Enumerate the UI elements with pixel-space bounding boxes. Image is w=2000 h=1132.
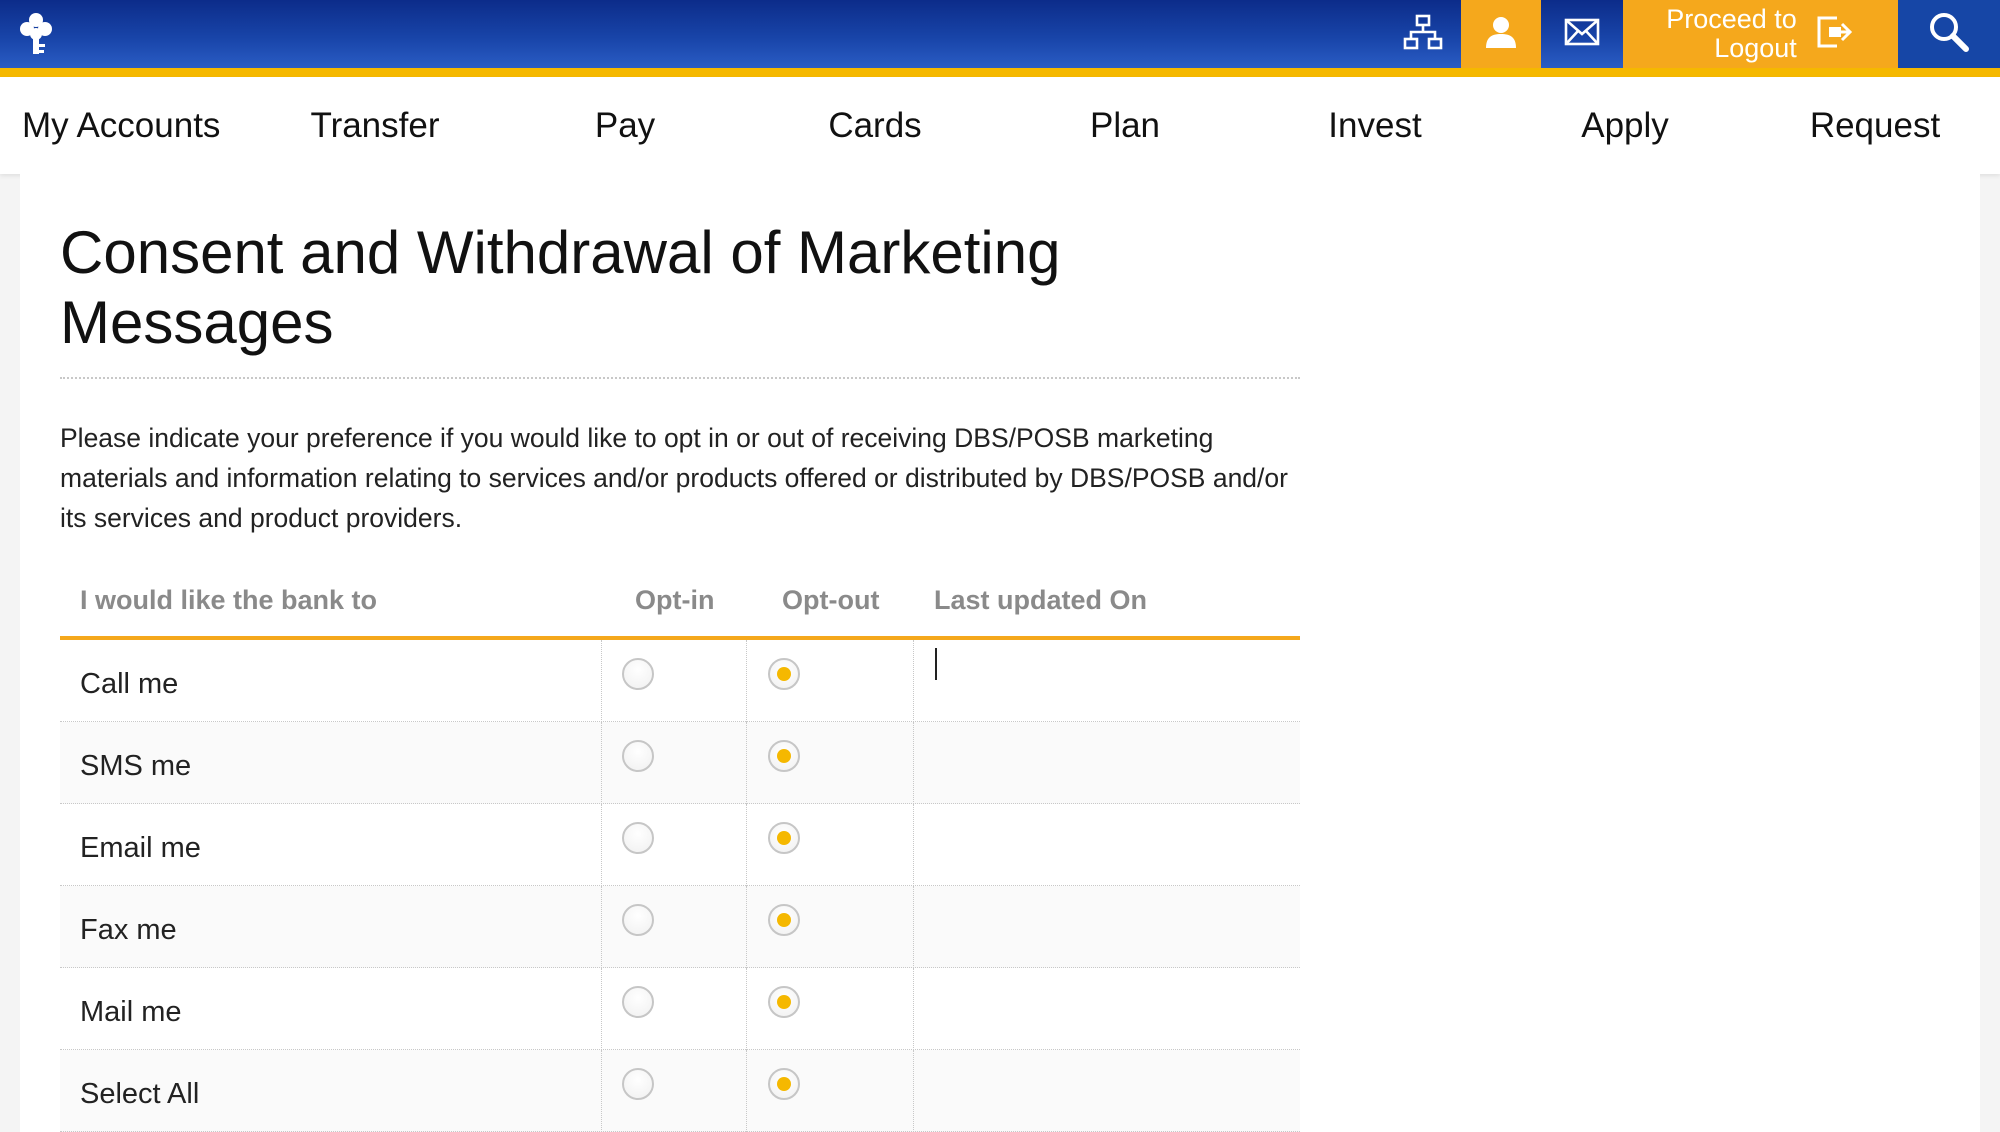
column-header-opt-out: Opt-out xyxy=(782,585,880,615)
column-header-last-updated: Last updated On xyxy=(934,585,1148,615)
opt-in-radio-email-me[interactable] xyxy=(622,822,654,854)
opt-out-radio-mail-me[interactable] xyxy=(768,986,800,1018)
column-divider xyxy=(746,886,747,968)
nav-item-pay[interactable]: Pay xyxy=(520,77,730,174)
column-header-action: I would like the bank to xyxy=(80,585,378,615)
last-updated-email-me xyxy=(935,804,1295,886)
row-label-call-me: Call me xyxy=(80,668,179,700)
opt-in-radio-call-me[interactable] xyxy=(622,658,654,690)
sitemap-button[interactable] xyxy=(1385,0,1460,68)
table-body: Call me SMS me Email me Fax me Mail me Select… xyxy=(60,640,1300,1132)
nav-item-transfer[interactable]: Transfer xyxy=(270,77,480,174)
nav-item-plan[interactable]: Plan xyxy=(1020,77,1230,174)
nav-item-invest[interactable]: Invest xyxy=(1270,77,1480,174)
last-updated-select-all xyxy=(935,1050,1295,1132)
last-updated-sms-me xyxy=(935,722,1295,804)
column-divider xyxy=(746,804,747,886)
column-divider xyxy=(746,640,747,722)
title-divider xyxy=(60,377,1300,379)
table-header: I would like the bank to Opt-in Opt-out … xyxy=(60,572,1300,640)
top-bar: Proceed to Logout xyxy=(0,0,2000,68)
dbs-logo-icon[interactable] xyxy=(18,10,54,58)
table-row: Call me xyxy=(60,640,1300,722)
text-cursor xyxy=(935,648,937,680)
column-divider xyxy=(913,1050,914,1132)
opt-in-radio-select-all[interactable] xyxy=(622,1068,654,1100)
consent-table: I would like the bank to Opt-in Opt-out … xyxy=(60,572,1300,1132)
sitemap-icon xyxy=(1403,14,1443,54)
page-title: Consent and Withdrawal of Marketing Mess… xyxy=(60,219,1061,356)
last-updated-call-me xyxy=(935,640,1295,722)
column-divider xyxy=(601,886,602,968)
logout-label-line1: Proceed to xyxy=(1666,4,1797,34)
profile-icon xyxy=(1483,14,1519,54)
column-divider xyxy=(601,722,602,804)
opt-out-radio-email-me[interactable] xyxy=(768,822,800,854)
column-divider xyxy=(913,722,914,804)
column-divider xyxy=(746,1050,747,1132)
column-divider xyxy=(746,722,747,804)
opt-in-radio-sms-me[interactable] xyxy=(622,740,654,772)
nav-item-my-accounts[interactable]: My Accounts xyxy=(22,77,232,174)
logout-button[interactable]: Proceed to Logout xyxy=(1623,0,1898,68)
nav-item-cards[interactable]: Cards xyxy=(770,77,980,174)
mail-icon xyxy=(1564,18,1600,50)
mail-button[interactable] xyxy=(1542,0,1622,68)
main-nav: My Accounts Transfer Pay Cards Plan Inve… xyxy=(0,77,2000,174)
opt-out-radio-call-me[interactable] xyxy=(768,658,800,690)
row-label-sms-me: SMS me xyxy=(80,750,192,782)
search-button[interactable] xyxy=(1898,0,2000,68)
opt-out-radio-sms-me[interactable] xyxy=(768,740,800,772)
intro-text: Please indicate your preference if you w… xyxy=(60,423,1288,533)
logout-icon xyxy=(1815,14,1855,54)
column-divider xyxy=(913,804,914,886)
row-label-select-all: Select All xyxy=(80,1078,200,1110)
column-divider xyxy=(601,640,602,722)
last-updated-fax-me xyxy=(935,886,1295,968)
table-row: Fax me xyxy=(60,886,1300,968)
last-updated-mail-me xyxy=(935,968,1295,1050)
opt-in-radio-mail-me[interactable] xyxy=(622,986,654,1018)
profile-button[interactable] xyxy=(1461,0,1541,68)
opt-in-radio-fax-me[interactable] xyxy=(622,904,654,936)
opt-out-radio-select-all[interactable] xyxy=(768,1068,800,1100)
table-row: Mail me xyxy=(60,968,1300,1050)
logout-label-line2: Logout xyxy=(1714,33,1797,63)
row-label-fax-me: Fax me xyxy=(80,914,177,946)
table-row: Select All xyxy=(60,1050,1300,1132)
header-accent-stripe xyxy=(0,68,2000,77)
search-icon xyxy=(1927,10,1971,58)
column-divider xyxy=(601,968,602,1050)
column-divider xyxy=(913,886,914,968)
column-divider xyxy=(746,968,747,1050)
row-label-email-me: Email me xyxy=(80,832,201,864)
column-divider xyxy=(601,804,602,886)
row-label-mail-me: Mail me xyxy=(80,996,182,1028)
column-divider xyxy=(913,968,914,1050)
opt-out-radio-fax-me[interactable] xyxy=(768,904,800,936)
nav-item-apply[interactable]: Apply xyxy=(1520,77,1730,174)
nav-item-request[interactable]: Request xyxy=(1770,77,1980,174)
logout-label: Proceed to Logout xyxy=(1666,5,1797,63)
column-header-opt-in: Opt-in xyxy=(635,585,715,615)
column-divider xyxy=(913,640,914,722)
column-divider xyxy=(601,1050,602,1132)
table-row: SMS me xyxy=(60,722,1300,804)
table-row: Email me xyxy=(60,804,1300,886)
